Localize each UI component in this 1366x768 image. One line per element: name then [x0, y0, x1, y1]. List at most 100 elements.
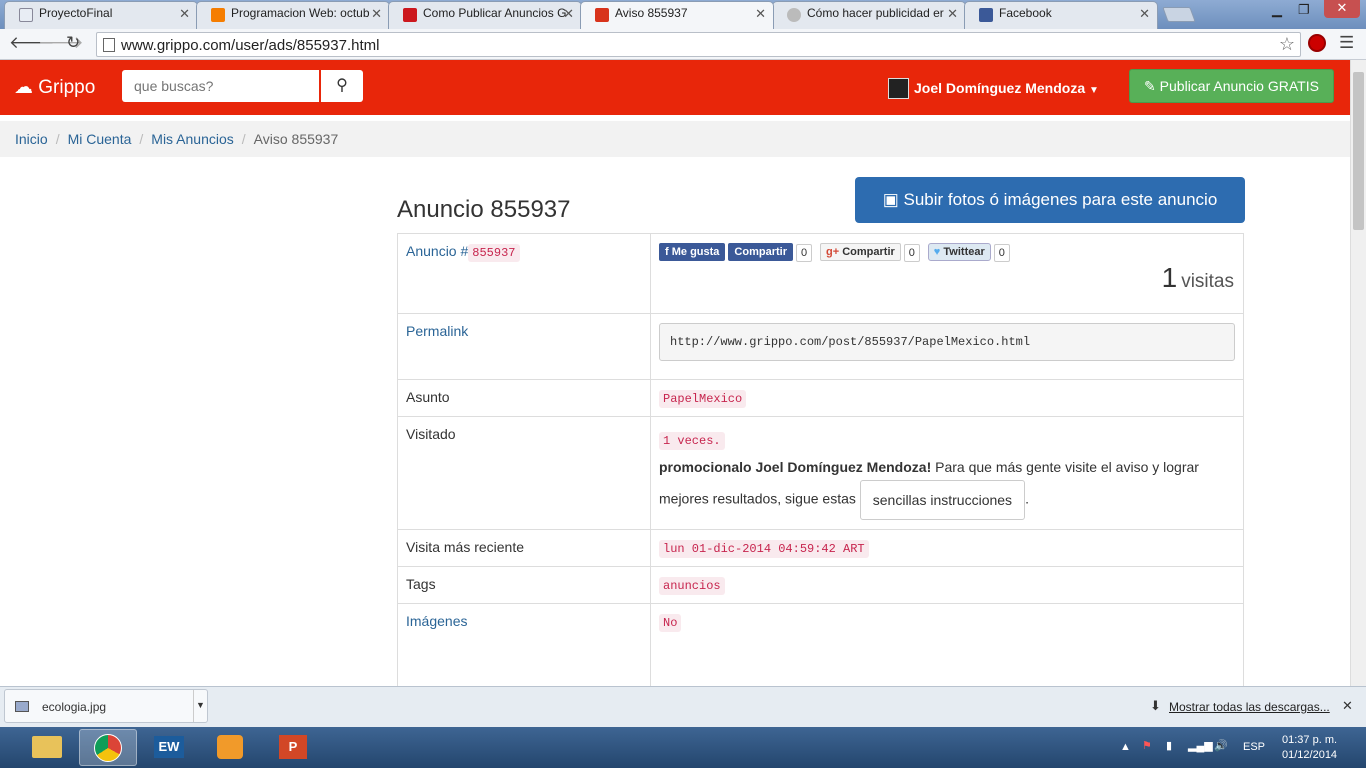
close-window-icon[interactable]: ✕ — [1324, 0, 1360, 18]
tab-label: Facebook — [999, 6, 1052, 20]
search-button[interactable]: ⚲ — [321, 70, 363, 102]
clock-date[interactable]: 01/12/2014 — [1282, 749, 1337, 761]
chrome-icon — [94, 734, 122, 762]
close-icon[interactable]: ✕ — [1139, 6, 1150, 22]
breadcrumb: Inicio / Mi Cuenta / Mis Anuncios / Aviso 8559… — [0, 121, 1350, 157]
battery-icon[interactable]: ▮ — [1166, 739, 1172, 752]
image-icon: ▣ — [882, 190, 899, 209]
show-all-downloads-link[interactable]: Mostrar todas las descargas... — [1169, 700, 1330, 714]
close-icon[interactable]: ✕ — [371, 6, 382, 22]
permalink-label: Permalink — [406, 323, 469, 339]
url-text[interactable]: www.grippo.com/user/ads/855937.html — [121, 37, 379, 54]
powerpoint-icon: P — [279, 735, 307, 759]
table-row: Visita más reciente lun 01-dic-2014 04:5… — [397, 529, 1244, 567]
page-scrollbar[interactable] — [1350, 60, 1366, 686]
browser-tab-active[interactable]: Aviso 855937 ✕ — [580, 1, 774, 29]
wordpress-icon — [787, 8, 801, 22]
close-icon[interactable]: ✕ — [1342, 698, 1353, 714]
table-row: Tags anuncios — [397, 566, 1244, 604]
tweet-count: 0 — [993, 244, 1010, 262]
social-cell: f Me gusta Compartir 0 g+ Compartir 0 ♥ Twi… — [650, 233, 1244, 314]
breadcrumb-separator: / — [241, 131, 246, 147]
site-header: ☁ Grippo ⚲ Joel Domínguez Mendoza ▼ ✎ Pu… — [0, 60, 1350, 115]
search-icon: ⚲ — [336, 77, 348, 94]
tab-label: Cómo hacer publicidad er — [807, 6, 944, 20]
tweet-button[interactable]: ♥ Twittear — [927, 243, 991, 261]
ew-icon: EW — [154, 736, 184, 758]
scrollbar-thumb[interactable] — [1353, 72, 1364, 230]
chrome-taskbar-button[interactable] — [79, 729, 137, 766]
image-file-icon — [15, 701, 29, 712]
breadcrumb-inicio[interactable]: Inicio — [15, 131, 48, 147]
logo-text: Grippo — [38, 77, 96, 98]
menu-icon[interactable]: ☰ — [1339, 33, 1354, 53]
close-icon[interactable]: ✕ — [179, 6, 190, 22]
media-player-icon — [217, 735, 243, 759]
anuncio-label: Anuncio # — [406, 243, 469, 259]
youtube-icon — [403, 8, 417, 22]
caret-down-icon: ▼ — [1089, 85, 1099, 96]
imagenes-value: No — [659, 614, 682, 632]
publish-ad-button[interactable]: ✎ Publicar Anuncio GRATIS — [1129, 69, 1334, 103]
browser-tab[interactable]: Como Publicar Anuncios G ✕ — [388, 1, 582, 29]
breadcrumb-mis-anuncios[interactable]: Mis Anuncios — [151, 131, 233, 147]
visits-label: visitas — [1181, 271, 1234, 292]
new-tab-button[interactable] — [1162, 7, 1196, 22]
close-icon[interactable]: ✕ — [947, 6, 958, 22]
user-menu[interactable]: Joel Domínguez Mendoza ▼ — [888, 78, 1099, 99]
permalink-field[interactable]: http://www.grippo.com/post/855937/PapelM… — [659, 323, 1235, 361]
network-icon[interactable]: ▂▄▆ — [1188, 739, 1213, 752]
tags-cell: anuncios — [650, 566, 1244, 604]
chevron-down-icon[interactable]: ▼ — [193, 690, 207, 722]
breadcrumb-mi-cuenta[interactable]: Mi Cuenta — [68, 131, 132, 147]
close-icon[interactable]: ✕ — [563, 6, 574, 22]
edit-icon: ✎ — [1144, 78, 1156, 94]
search-input[interactable] — [122, 70, 319, 102]
facebook-share-button[interactable]: Compartir — [728, 243, 793, 261]
language-indicator[interactable]: ESP — [1243, 741, 1265, 753]
grippo-icon — [595, 8, 609, 22]
browser-tab-strip: ProyectoFinal ✕ Programacion Web: octub … — [0, 0, 1366, 29]
tab-label: Programacion Web: octub — [231, 6, 370, 20]
browser-toolbar: 🡐 🡒 ↻ www.grippo.com/user/ads/855937.htm… — [0, 29, 1366, 60]
flag-icon[interactable]: ⚑ — [1142, 739, 1152, 752]
close-icon[interactable]: ✕ — [755, 6, 766, 22]
address-bar[interactable]: www.grippo.com/user/ads/855937.html ☆ — [96, 32, 1301, 57]
table-row: Permalink http://www.grippo.com/post/855… — [397, 313, 1244, 380]
facebook-icon — [979, 8, 993, 22]
tweet-label: Twittear — [943, 246, 985, 258]
facebook-like-button[interactable]: f Me gusta — [659, 243, 726, 261]
instructions-button[interactable]: sencillas instrucciones — [859, 480, 1026, 520]
imagenes-cell: No — [650, 603, 1244, 694]
browser-tab[interactable]: Programacion Web: octub ✕ — [196, 1, 390, 29]
media-player-taskbar-button[interactable] — [201, 729, 259, 766]
extension-icon[interactable] — [1308, 34, 1326, 52]
site-logo[interactable]: ☁ Grippo — [14, 76, 95, 99]
browser-tab[interactable]: Cómo hacer publicidad er ✕ — [772, 1, 966, 29]
browser-tab[interactable]: ProyectoFinal ✕ — [4, 1, 198, 29]
expression-web-taskbar-button[interactable]: EW — [140, 729, 198, 766]
chevron-up-icon[interactable]: ▲ — [1120, 741, 1131, 753]
minimize-icon[interactable]: ▁ — [1272, 2, 1282, 18]
explorer-taskbar-button[interactable] — [18, 729, 76, 766]
powerpoint-taskbar-button[interactable]: P — [263, 729, 321, 766]
visitado-cell: 1 veces. promocionalo Joel Domínguez Men… — [650, 416, 1244, 530]
browser-tab[interactable]: Facebook ✕ — [964, 1, 1158, 29]
asunto-label: Asunto — [397, 379, 651, 417]
asunto-cell: PapelMexico — [650, 379, 1244, 417]
promo-heading: promocionalo Joel Domínguez Mendoza! — [659, 459, 932, 475]
download-bar: ecologia.jpg ▼ ⬇ Mostrar todas las desca… — [0, 686, 1366, 727]
clock-time[interactable]: 01:37 p. m. — [1282, 734, 1337, 746]
twitter-icon: ♥ — [933, 246, 941, 258]
anuncio-id: 855937 — [468, 244, 520, 262]
gplus-share-button[interactable]: g+ Compartir — [820, 243, 901, 261]
download-item[interactable]: ecologia.jpg ▼ — [4, 689, 208, 723]
volume-icon[interactable]: 🔊 — [1214, 739, 1228, 752]
table-row: Visitado 1 veces. promocionalo Joel Domí… — [397, 416, 1244, 530]
reciente-value: lun 01-dic-2014 04:59:42 ART — [659, 540, 869, 558]
bookmark-star-icon[interactable]: ☆ — [1279, 34, 1295, 55]
reload-icon[interactable]: ↻ — [66, 33, 80, 53]
restore-icon[interactable]: ❐ — [1298, 2, 1310, 18]
windows-taskbar: EW P ▲ ⚑ ▮ ▂▄▆ 🔊 ESP 01:37 p. m. 01/12/2… — [0, 727, 1366, 768]
upload-photos-button[interactable]: ▣ Subir fotos ó imágenes para este anunc… — [855, 177, 1245, 223]
